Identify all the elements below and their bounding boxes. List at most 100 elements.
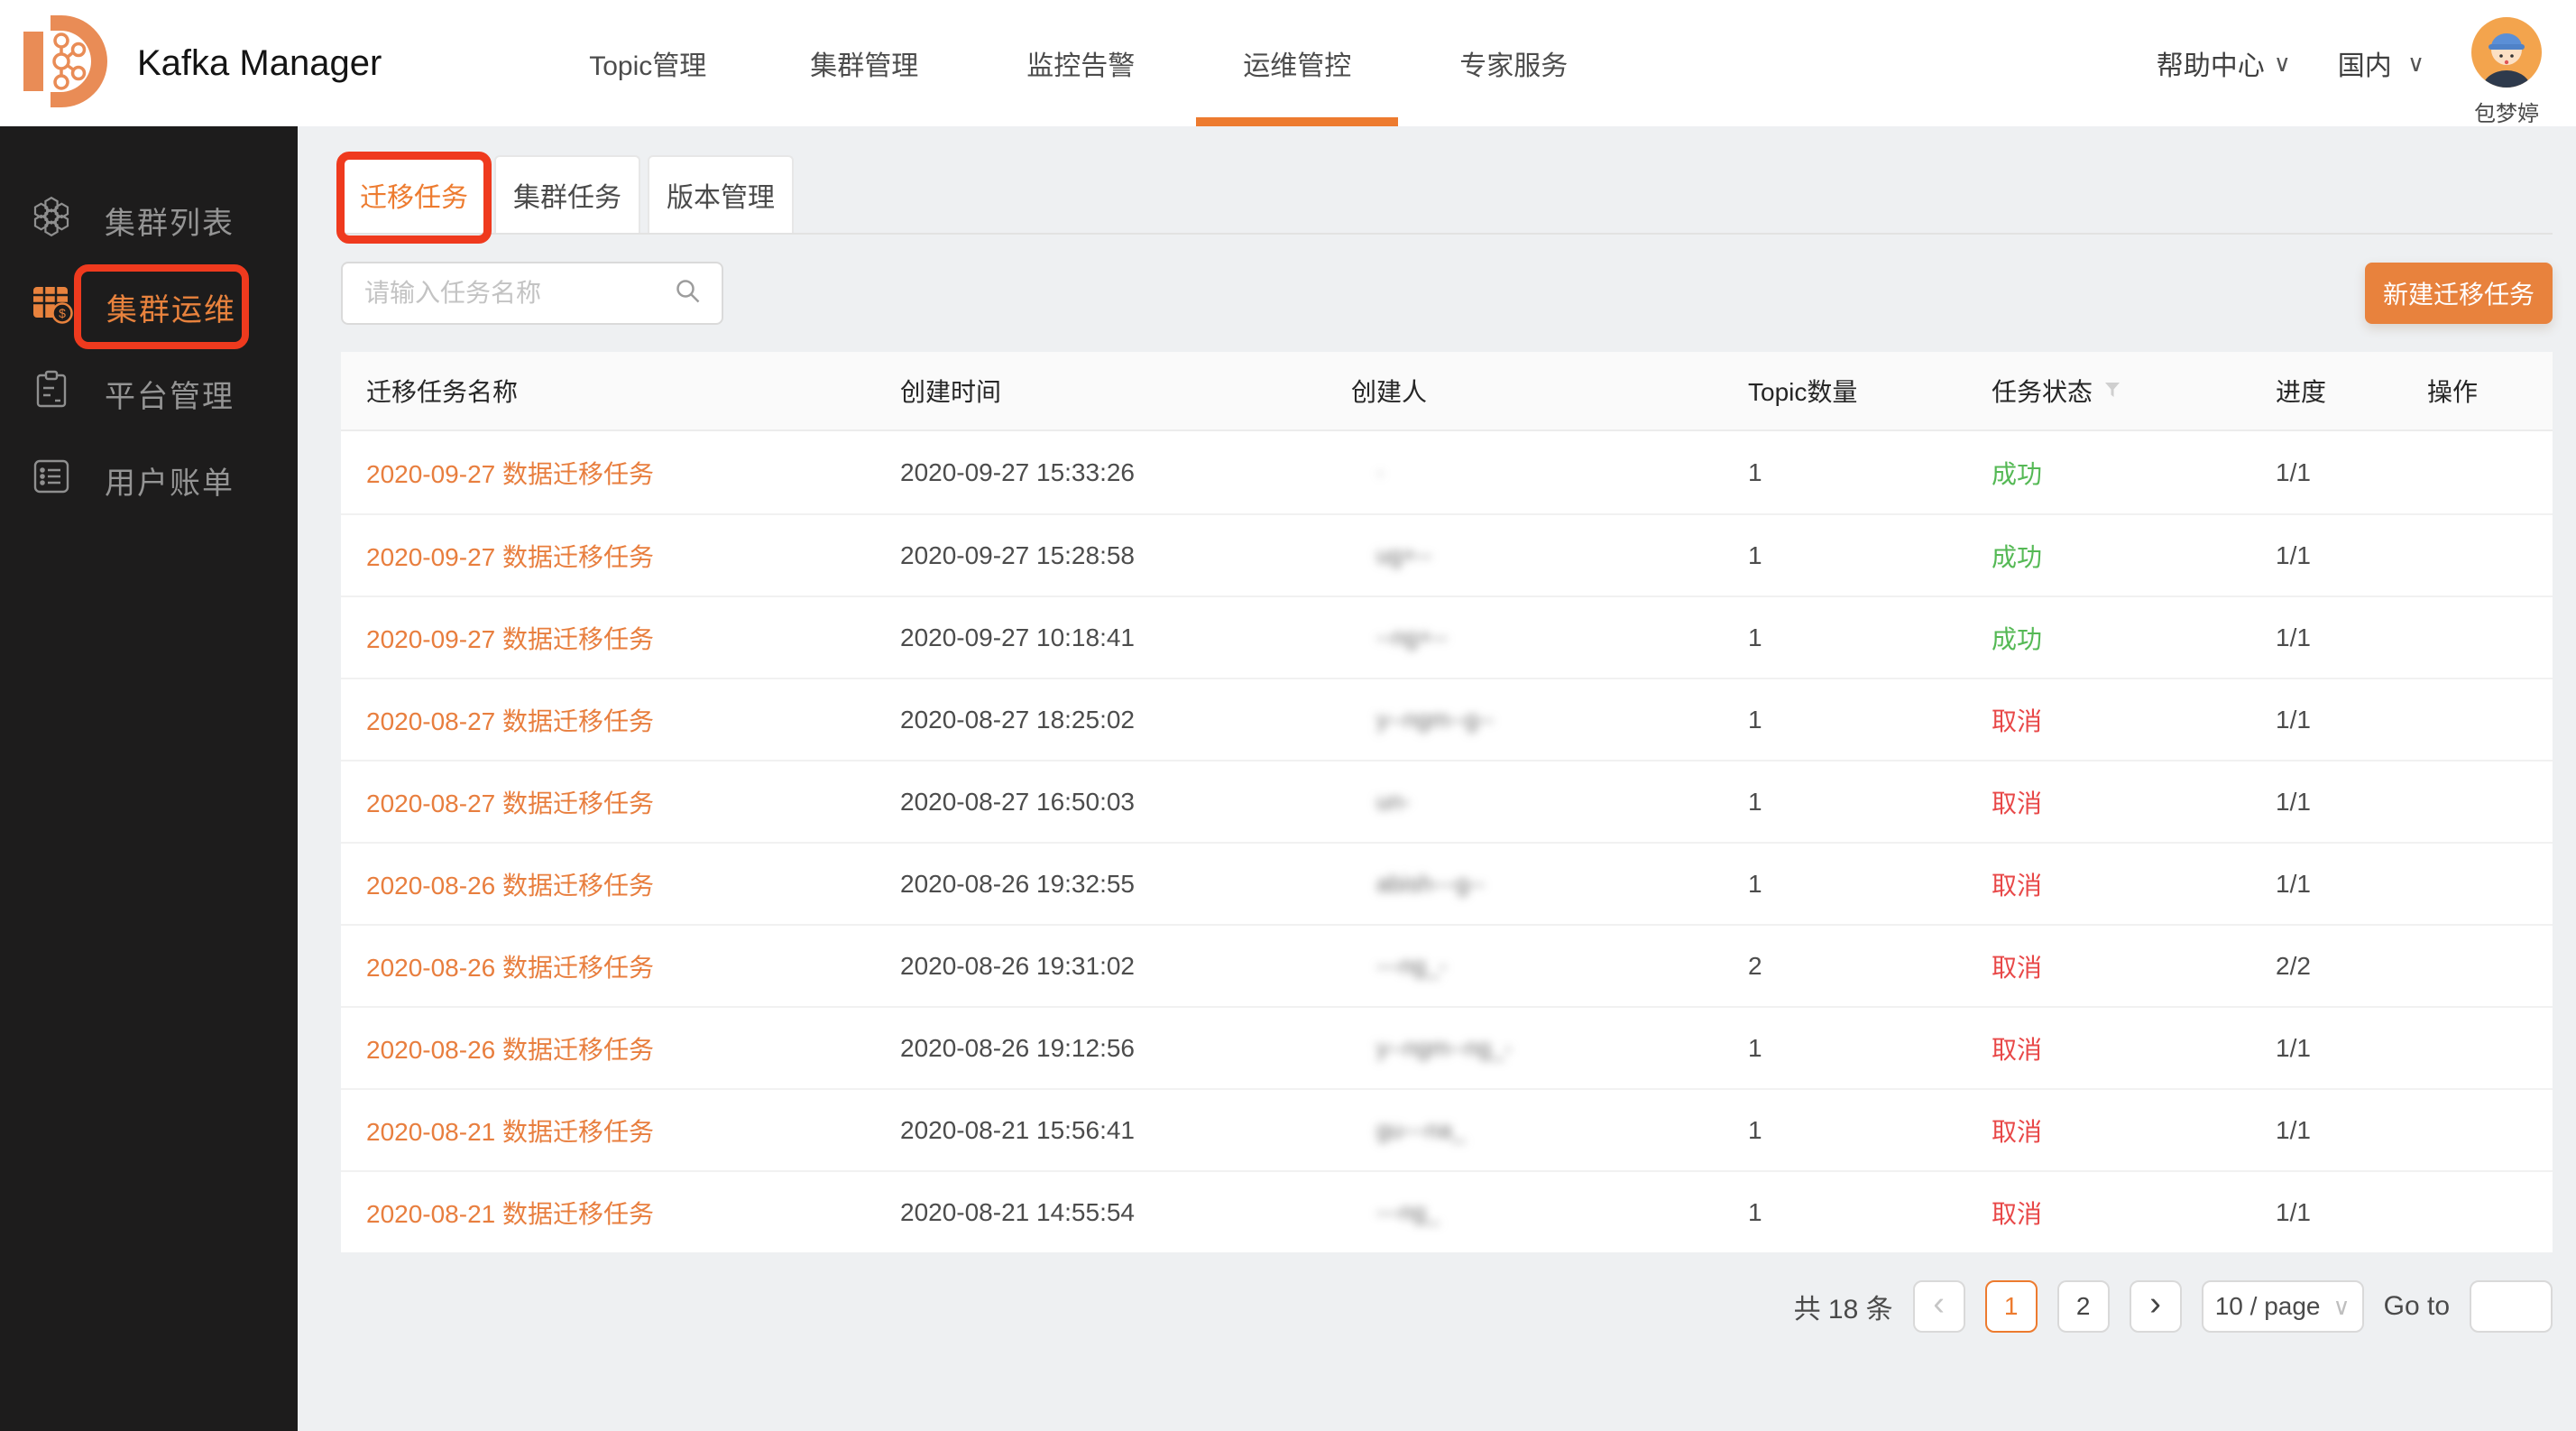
task-name-link[interactable]: 2020-09-27 数据迁移任务 bbox=[366, 538, 900, 574]
creator-redacted: ug+-- bbox=[1351, 541, 1748, 569]
created-time: 2020-08-26 19:12:56 bbox=[900, 1034, 1351, 1063]
sidebar-item-platform-management[interactable]: 平台管理 bbox=[0, 350, 298, 437]
progress-value: 1/1 bbox=[2276, 1116, 2427, 1145]
nav-expert-service[interactable]: 专家服务 bbox=[1405, 0, 1622, 126]
nav-monitor-alert[interactable]: 监控告警 bbox=[972, 0, 1189, 126]
tab-version-management[interactable]: 版本管理 bbox=[648, 155, 794, 233]
user-profile[interactable]: 包梦婷 bbox=[2471, 17, 2542, 127]
sidebar-item-label: 平台管理 bbox=[105, 372, 235, 416]
table-row: 2020-09-27 数据迁移任务 2020-09-27 10:18:41 --… bbox=[341, 595, 2553, 678]
table-row: 2020-09-27 数据迁移任务 2020-09-27 15:28:58 ug… bbox=[341, 513, 2553, 595]
main-content: 迁移任务 集群任务 版本管理 新建迁移任务 迁移任务名称 创建时间 创建人 bbox=[298, 126, 2576, 1431]
status-badge: 取消 bbox=[1992, 866, 2276, 902]
topic-count: 2 bbox=[1748, 952, 1992, 981]
creator-redacted: --ng+-- bbox=[1351, 623, 1748, 651]
table-row: 2020-09-27 数据迁移任务 2020-09-27 15:33:26 · … bbox=[341, 431, 2553, 513]
created-time: 2020-09-27 15:33:26 bbox=[900, 458, 1351, 487]
topic-count: 1 bbox=[1748, 1034, 1992, 1063]
nav-ops-control[interactable]: 运维管控 bbox=[1189, 0, 1405, 126]
task-name-link[interactable]: 2020-08-26 数据迁移任务 bbox=[366, 866, 900, 902]
col-topic-count: Topic数量 bbox=[1748, 373, 1992, 409]
user-name: 包梦婷 bbox=[2474, 96, 2539, 127]
goto-page-input[interactable] bbox=[2470, 1280, 2553, 1333]
table-row: 2020-08-27 数据迁移任务 2020-08-27 16:50:03 un… bbox=[341, 760, 2553, 842]
top-nav: Topic管理 集群管理 监控告警 运维管控 专家服务 bbox=[539, 0, 1622, 126]
table-row: 2020-08-26 数据迁移任务 2020-08-26 19:31:02 --… bbox=[341, 924, 2553, 1006]
sidebar-item-cluster-ops[interactable]: $ 集群运维 bbox=[0, 263, 298, 350]
search-input[interactable] bbox=[363, 278, 675, 309]
topic-count: 1 bbox=[1748, 788, 1992, 817]
prev-page-button[interactable]: ‹ bbox=[1913, 1280, 1965, 1333]
app-title: Kafka Manager bbox=[137, 43, 382, 84]
page-button-2[interactable]: 2 bbox=[2057, 1280, 2110, 1333]
status-badge: 取消 bbox=[1992, 948, 2276, 984]
table-header-row: 迁移任务名称 创建时间 创建人 Topic数量 任务状态 进度 操作 bbox=[341, 352, 2553, 431]
created-time: 2020-08-26 19:32:55 bbox=[900, 870, 1351, 899]
created-time: 2020-09-27 10:18:41 bbox=[900, 623, 1351, 652]
header-right: 帮助中心 ∨ 国内 ∨ bbox=[2157, 8, 2542, 118]
svg-text:$: $ bbox=[59, 306, 66, 320]
task-search-box bbox=[341, 262, 723, 325]
status-badge: 取消 bbox=[1992, 702, 2276, 738]
task-name-link[interactable]: 2020-08-27 数据迁移任务 bbox=[366, 784, 900, 820]
creator-redacted: abish---g-- bbox=[1351, 870, 1748, 898]
table-row: 2020-08-26 数据迁移任务 2020-08-26 19:12:56 y-… bbox=[341, 1006, 2553, 1088]
sidebar-item-cluster-list[interactable]: 集群列表 bbox=[0, 177, 298, 263]
task-name-link[interactable]: 2020-09-27 数据迁移任务 bbox=[366, 455, 900, 491]
topic-count: 1 bbox=[1748, 706, 1992, 734]
create-migration-task-button[interactable]: 新建迁移任务 bbox=[2365, 263, 2553, 324]
progress-value: 2/2 bbox=[2276, 952, 2427, 981]
page-button-1[interactable]: 1 bbox=[1985, 1280, 2038, 1333]
chevron-down-icon: ∨ bbox=[2274, 50, 2291, 78]
list-icon bbox=[31, 456, 72, 505]
col-creator: 创建人 bbox=[1351, 373, 1748, 409]
page-size-select[interactable]: 10 / page ∨ bbox=[2202, 1280, 2364, 1333]
topic-count: 1 bbox=[1748, 541, 1992, 570]
filter-icon[interactable] bbox=[2103, 376, 2121, 405]
search-icon[interactable] bbox=[675, 278, 702, 309]
toolbar: 新建迁移任务 bbox=[341, 262, 2553, 325]
tab-cluster-tasks[interactable]: 集群任务 bbox=[494, 155, 640, 233]
creator-redacted: un- bbox=[1351, 788, 1748, 816]
created-time: 2020-08-27 18:25:02 bbox=[900, 706, 1351, 734]
migration-task-table: 迁移任务名称 创建时间 创建人 Topic数量 任务状态 进度 操作 2020-… bbox=[341, 352, 2553, 1252]
nav-topic-management[interactable]: Topic管理 bbox=[539, 0, 756, 126]
status-badge: 成功 bbox=[1992, 538, 2276, 574]
status-badge: 成功 bbox=[1992, 620, 2276, 656]
tab-migration-tasks[interactable]: 迁移任务 bbox=[341, 155, 487, 233]
created-time: 2020-08-21 14:55:54 bbox=[900, 1198, 1351, 1227]
col-created-time: 创建时间 bbox=[900, 373, 1351, 409]
honeycomb-icon bbox=[31, 196, 72, 245]
task-name-link[interactable]: 2020-08-26 数据迁移任务 bbox=[366, 948, 900, 984]
sidebar: 集群列表 $ 集群运维 平台管理 bbox=[0, 126, 298, 1431]
status-badge: 取消 bbox=[1992, 784, 2276, 820]
progress-value: 1/1 bbox=[2276, 623, 2427, 652]
pagination: 共 18 条 ‹ 1 2 › 10 / page ∨ Go to bbox=[341, 1252, 2553, 1361]
creator-redacted: ---ng_ bbox=[1351, 1198, 1748, 1226]
tab-label: 迁移任务 bbox=[360, 175, 468, 215]
progress-value: 1/1 bbox=[2276, 1198, 2427, 1227]
topic-count: 1 bbox=[1748, 870, 1992, 899]
topic-count: 1 bbox=[1748, 1116, 1992, 1145]
tab-label: 集群任务 bbox=[513, 175, 621, 215]
region-menu[interactable]: 国内 ∨ bbox=[2338, 43, 2424, 83]
task-name-link[interactable]: 2020-09-27 数据迁移任务 bbox=[366, 620, 900, 656]
task-name-link[interactable]: 2020-08-27 数据迁移任务 bbox=[366, 702, 900, 738]
chevron-down-icon: ∨ bbox=[2333, 1293, 2351, 1321]
tab-bar: 迁移任务 集群任务 版本管理 bbox=[341, 155, 2553, 235]
sidebar-item-user-billing[interactable]: 用户账单 bbox=[0, 437, 298, 523]
region-label: 国内 bbox=[2338, 43, 2392, 83]
task-name-link[interactable]: 2020-08-21 数据迁移任务 bbox=[366, 1112, 900, 1149]
task-name-link[interactable]: 2020-08-26 数据迁移任务 bbox=[366, 1030, 900, 1066]
chevron-down-icon: ∨ bbox=[2401, 50, 2424, 78]
next-page-button[interactable]: › bbox=[2130, 1280, 2182, 1333]
nav-cluster-management[interactable]: 集群管理 bbox=[756, 0, 972, 126]
creator-redacted: gu---na_ bbox=[1351, 1116, 1748, 1144]
created-time: 2020-08-21 15:56:41 bbox=[900, 1116, 1351, 1145]
progress-value: 1/1 bbox=[2276, 706, 2427, 734]
creator-redacted: y--ngm--g-- bbox=[1351, 706, 1748, 734]
task-name-link[interactable]: 2020-08-21 数据迁移任务 bbox=[366, 1195, 900, 1231]
help-center-menu[interactable]: 帮助中心 ∨ bbox=[2157, 43, 2291, 83]
clipboard-icon bbox=[31, 369, 72, 419]
table-row: 2020-08-21 数据迁移任务 2020-08-21 14:55:54 --… bbox=[341, 1170, 2553, 1252]
